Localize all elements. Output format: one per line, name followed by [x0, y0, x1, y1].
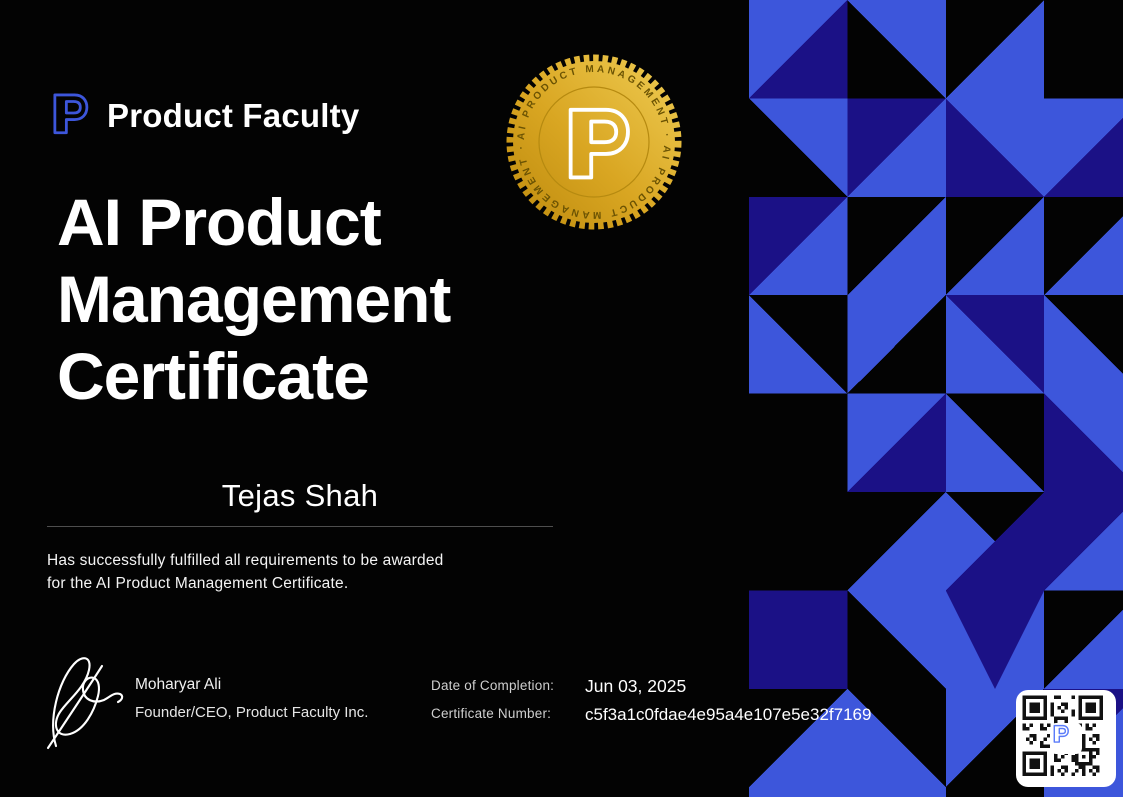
award-statement: Has successfully fulfilled all requireme… — [47, 549, 444, 595]
date-of-completion-label: Date of Completion: — [431, 678, 554, 693]
certificate-number-value: c5f3a1c0fdae4e95a4e107e5e32f7169 — [585, 705, 871, 725]
certificate-number-label: Certificate Number: — [431, 706, 551, 721]
signer-title: Founder/CEO, Product Faculty Inc. — [135, 704, 368, 721]
title-line-2: Management — [57, 261, 450, 338]
product-faculty-p-logo-icon — [1050, 723, 1070, 744]
signer-name: Moharyar Ali — [135, 676, 221, 694]
recipient-underline — [47, 526, 553, 527]
certificate-title: AI Product Management Certificate — [57, 184, 450, 415]
signature-flourish — [44, 648, 139, 753]
product-faculty-logo-icon — [45, 89, 91, 142]
qr-center-logo — [1050, 723, 1082, 754]
title-line-3: Certificate — [57, 338, 450, 415]
statement-line-2: for the AI Product Management Certificat… — [47, 572, 444, 595]
date-of-completion-value: Jun 03, 2025 — [585, 676, 686, 697]
qr-code — [1016, 690, 1116, 787]
recipient-name: Tejas Shah — [47, 478, 553, 514]
brand-name: Product Faculty — [107, 97, 359, 135]
title-line-1: AI Product — [57, 184, 450, 261]
gold-seal: AI PRODUCT MANAGEMENT · AI PRODUCT MANAG… — [506, 54, 682, 230]
certificate-page: Product Faculty AI PRODUCT MANAGEMENT · … — [0, 0, 1123, 797]
geometric-pattern — [749, 0, 1123, 797]
pattern-tiles — [749, 0, 1123, 797]
statement-line-1: Has successfully fulfilled all requireme… — [47, 549, 444, 572]
brand-header: Product Faculty — [45, 89, 359, 142]
